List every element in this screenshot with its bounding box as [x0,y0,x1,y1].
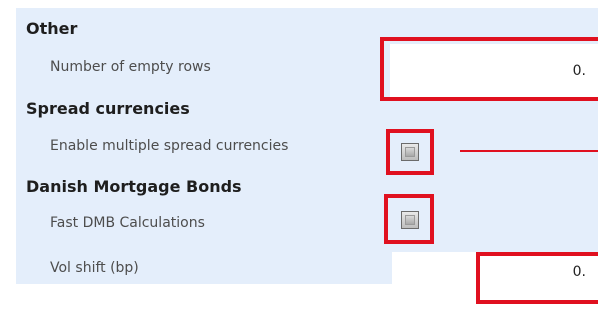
fast-dmb-label: Fast DMB Calculations [50,215,205,231]
section-header-danish-mortgage-bonds: Danish Mortgage Bonds [26,177,242,196]
fast-dmb-checkbox[interactable] [401,211,419,229]
highlight-frame-vol-shift [476,252,598,304]
multi-currency-label: Enable multiple spread currencies [50,138,289,154]
callout-line [460,150,598,152]
section-header-spread-currencies: Spread currencies [26,99,190,118]
highlight-frame-empty-rows [380,37,598,101]
section-header-other: Other [26,19,78,38]
vol-shift-label: Vol shift (bp) [50,260,139,276]
empty-rows-label: Number of empty rows [50,59,211,75]
multi-currency-checkbox[interactable] [401,143,419,161]
